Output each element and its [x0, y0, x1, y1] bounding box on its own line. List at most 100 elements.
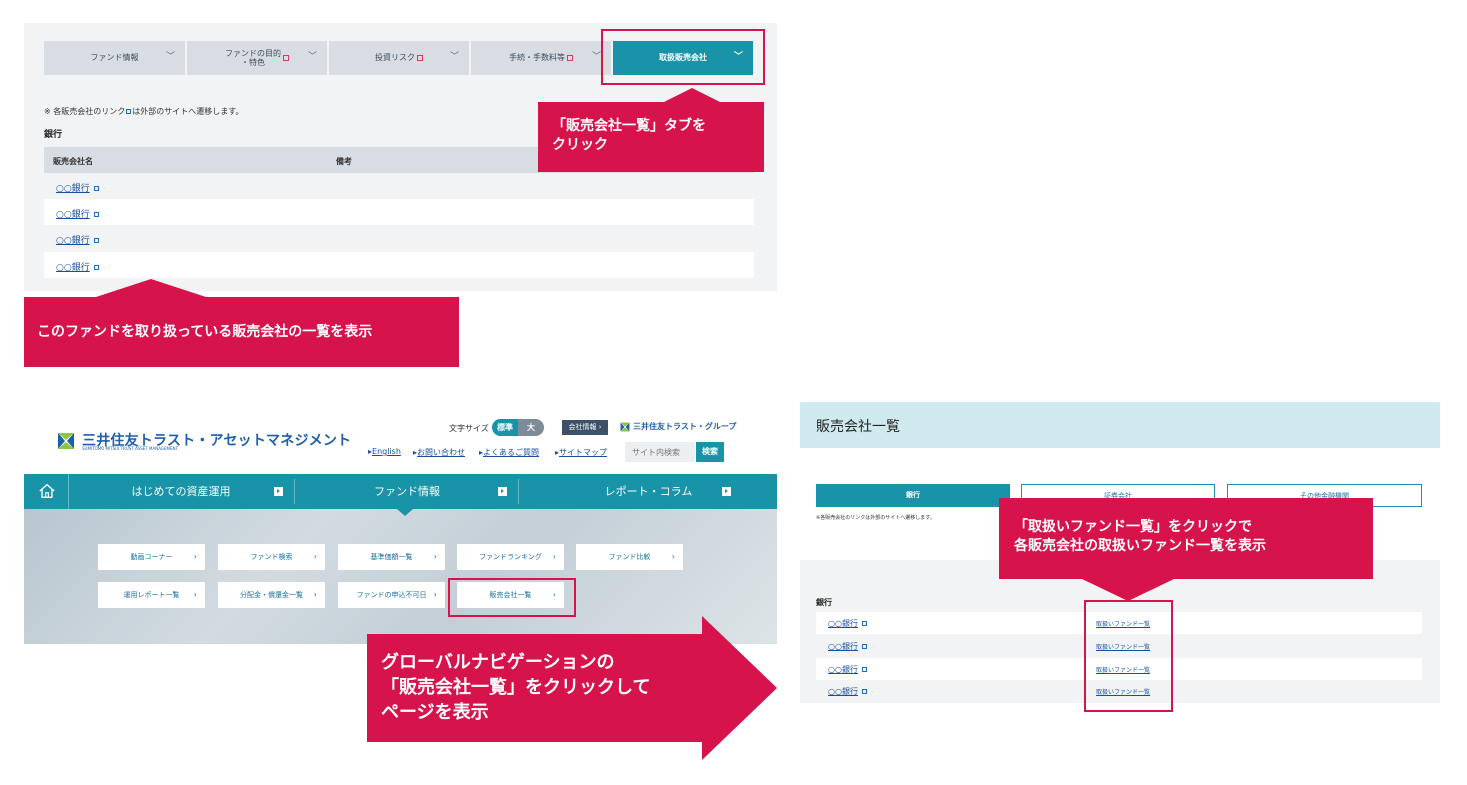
- menu-nav-list[interactable]: 基準価額一覧 ›: [338, 544, 445, 570]
- external-link-icon: [93, 238, 99, 243]
- highlight-box: [448, 578, 576, 617]
- column-header: 販売会社名: [53, 157, 93, 166]
- company-logo-icon: [58, 433, 74, 449]
- callout-tab-click: 「販売会社一覧」タブを クリック: [538, 102, 764, 172]
- pdf-icon: [417, 55, 423, 61]
- chevron-right-icon: ›: [552, 552, 556, 561]
- chevron-right-icon: ›: [193, 590, 197, 599]
- callout-pointer: [664, 88, 720, 102]
- home-button[interactable]: [24, 474, 69, 509]
- site-search-input[interactable]: [625, 442, 695, 462]
- table-row: ○○銀行: [44, 252, 754, 278]
- arrow-right-icon: [722, 487, 731, 496]
- link-contact[interactable]: ▸お問い合わせ: [413, 447, 465, 458]
- gnav-label: はじめての資産運用: [131, 485, 231, 498]
- callout-list-shown: このファンドを取り扱っている販売会社の一覧を表示: [24, 297, 459, 367]
- chevron-down-icon: ﹀: [591, 52, 601, 62]
- font-size-large-button[interactable]: 大: [518, 419, 544, 436]
- link-english[interactable]: ▸English: [368, 447, 401, 456]
- font-size-toggle: 標準 大: [492, 419, 544, 436]
- tab-label: 手続・手数料等: [509, 53, 565, 63]
- gnav-active-caret: [397, 509, 413, 516]
- tab-bank[interactable]: 銀行: [816, 484, 1010, 507]
- pdf-icon: [283, 55, 289, 61]
- menu-video-corner[interactable]: 動画コーナー ›: [98, 544, 205, 570]
- menu-closed-dates[interactable]: ファンドの申込不可日 ›: [338, 582, 445, 608]
- menu-report-list[interactable]: 運用レポート一覧 ›: [98, 582, 205, 608]
- menu-fund-search[interactable]: ファンド検索 ›: [218, 544, 325, 570]
- arrow-right-icon: [498, 487, 507, 496]
- column-header: 備考: [336, 157, 352, 166]
- tab-fund-purpose[interactable]: ファンドの目的 ・特色 ﹀: [187, 41, 327, 75]
- gnav-label: レポート・コラム: [604, 485, 693, 498]
- chevron-down-icon: ﹀: [449, 52, 459, 62]
- link-faq[interactable]: ▸よくあるご質問: [479, 447, 539, 458]
- search-button[interactable]: 検索: [696, 442, 724, 462]
- external-link-icon: [93, 212, 99, 217]
- highlight-box: [601, 29, 765, 85]
- table-row: ○○銀行: [44, 199, 754, 225]
- company-logo-subtext: SUMITOMO MITSUI TRUST ASSET MANAGEMENT: [82, 446, 178, 451]
- arrow-right-icon: [274, 487, 283, 496]
- gnav-item-fund-info[interactable]: ファンド情報: [296, 474, 518, 509]
- note-text: は外部のサイトへ遷移します。: [132, 107, 244, 116]
- note-text: ※ 各販売会社のリンク: [44, 107, 126, 116]
- tab-label: ファンドの目的 ・特色: [225, 48, 281, 67]
- table-row: ○○銀行: [44, 173, 754, 199]
- bank-link[interactable]: ○○銀行: [828, 686, 867, 697]
- tab-investment-risk[interactable]: 投資リスク ﹀: [329, 41, 469, 75]
- tab-procedures-fees[interactable]: 手続・手数料等 ﹀: [471, 41, 611, 75]
- chevron-down-icon: ﹀: [307, 52, 317, 62]
- menu-dividend-list[interactable]: 分配金・償還金一覧 ›: [218, 582, 325, 608]
- callout-fund-list-click: 「取扱いファンド一覧」をクリックで 各販売会社の取扱いファンド一覧を表示: [999, 498, 1373, 579]
- gnav-label: ファンド情報: [374, 485, 440, 498]
- external-link-icon: [861, 667, 867, 672]
- gnav-item-report-column[interactable]: レポート・コラム: [520, 474, 777, 509]
- bank-link[interactable]: ○○銀行: [56, 260, 99, 273]
- font-size-label: 文字サイズ: [449, 424, 489, 433]
- global-navigation: はじめての資産運用 ファンド情報 レポート・コラム: [24, 474, 777, 509]
- external-link-icon: [93, 265, 99, 270]
- bank-link[interactable]: ○○銀行: [56, 207, 99, 220]
- external-link-icon: [861, 621, 867, 626]
- callout-gnav-click: グローバルナビゲーションの 「販売会社一覧」をクリックして ページを表示: [381, 652, 651, 723]
- divider: [518, 479, 519, 504]
- chevron-right-icon: ›: [193, 552, 197, 561]
- bank-link[interactable]: ○○銀行: [56, 181, 99, 194]
- gnav-item-beginner[interactable]: はじめての資産運用: [70, 474, 292, 509]
- tab-fund-info[interactable]: ファンド情報 ﹀: [44, 41, 185, 75]
- tab-label: 投資リスク: [375, 53, 415, 63]
- bank-link[interactable]: ○○銀行: [828, 664, 867, 675]
- company-info-button[interactable]: 会社情報 ›: [562, 420, 608, 435]
- chevron-right-icon: ›: [433, 590, 437, 599]
- bank-link[interactable]: ○○銀行: [56, 233, 99, 246]
- bank-link[interactable]: ○○銀行: [828, 618, 867, 629]
- home-icon: [39, 483, 55, 498]
- pdf-icon: [567, 55, 573, 61]
- external-link-icon: [126, 109, 132, 114]
- chevron-right-icon: ›: [313, 552, 317, 561]
- tab-label: ファンド情報: [90, 53, 139, 63]
- external-link-icon: [861, 644, 867, 649]
- section-title: 銀行: [816, 598, 832, 607]
- link-sitemap[interactable]: ▸サイトマップ: [555, 447, 607, 458]
- chevron-right-icon: ›: [433, 552, 437, 561]
- group-logo-icon: [620, 422, 630, 431]
- external-link-note: ※ 各販売会社のリンク は外部のサイトへ遷移します。: [44, 106, 243, 117]
- section-title: 銀行: [44, 130, 63, 140]
- chevron-right-icon: ›: [671, 552, 675, 561]
- bank-link[interactable]: ○○銀行: [828, 641, 867, 652]
- group-logo-text: 三井住友トラスト・グループ: [633, 422, 737, 431]
- external-link-icon: [93, 186, 99, 191]
- menu-fund-compare[interactable]: ファンド比較 ›: [576, 544, 683, 570]
- divider: [294, 479, 295, 504]
- highlight-box: [1084, 600, 1173, 712]
- chevron-right-icon: ›: [313, 590, 317, 599]
- group-logo[interactable]: 三井住友トラスト・グループ: [620, 421, 736, 432]
- callout-pointer: [96, 279, 206, 297]
- font-size-standard-button[interactable]: 標準: [492, 419, 518, 436]
- table-row: ○○銀行: [44, 225, 754, 251]
- menu-fund-ranking[interactable]: ファンドランキング ›: [457, 544, 564, 570]
- chevron-down-icon: ﹀: [165, 52, 175, 62]
- callout-pointer: [1082, 579, 1174, 601]
